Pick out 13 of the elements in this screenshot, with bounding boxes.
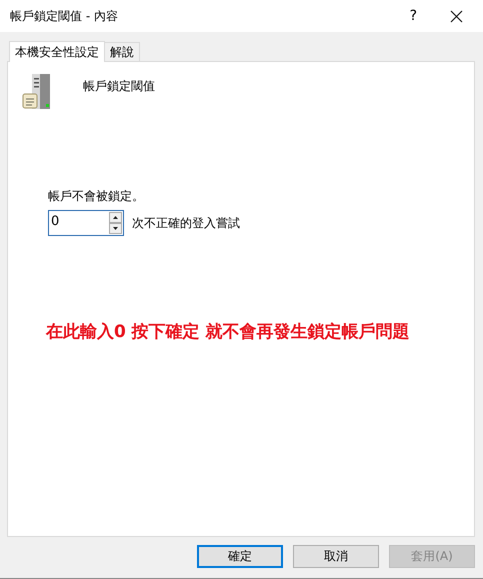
close-icon[interactable] — [450, 10, 463, 22]
policy-title: 帳戶鎖定閾值 — [83, 78, 155, 95]
help-button[interactable]: ? — [410, 8, 417, 24]
dialog-button[interactable]: 取消 — [293, 545, 379, 568]
attempts-label: 次不正確的登入嘗試 — [132, 214, 240, 232]
number-spinner[interactable]: 0 — [48, 210, 124, 236]
server-icon — [22, 74, 52, 110]
tab[interactable]: 本機安全性設定 — [9, 41, 105, 62]
dialog-button[interactable]: 確定 — [197, 545, 283, 568]
annotation-text: 在此輸入0 按下確定 就不會再發生鎖定帳戶問題 — [46, 321, 411, 343]
status-text: 帳戶不會被鎖定。 — [48, 188, 145, 205]
window-title: 帳戶鎖定閾值 - 內容 — [10, 8, 119, 24]
tab[interactable]: 解說 — [104, 42, 140, 61]
